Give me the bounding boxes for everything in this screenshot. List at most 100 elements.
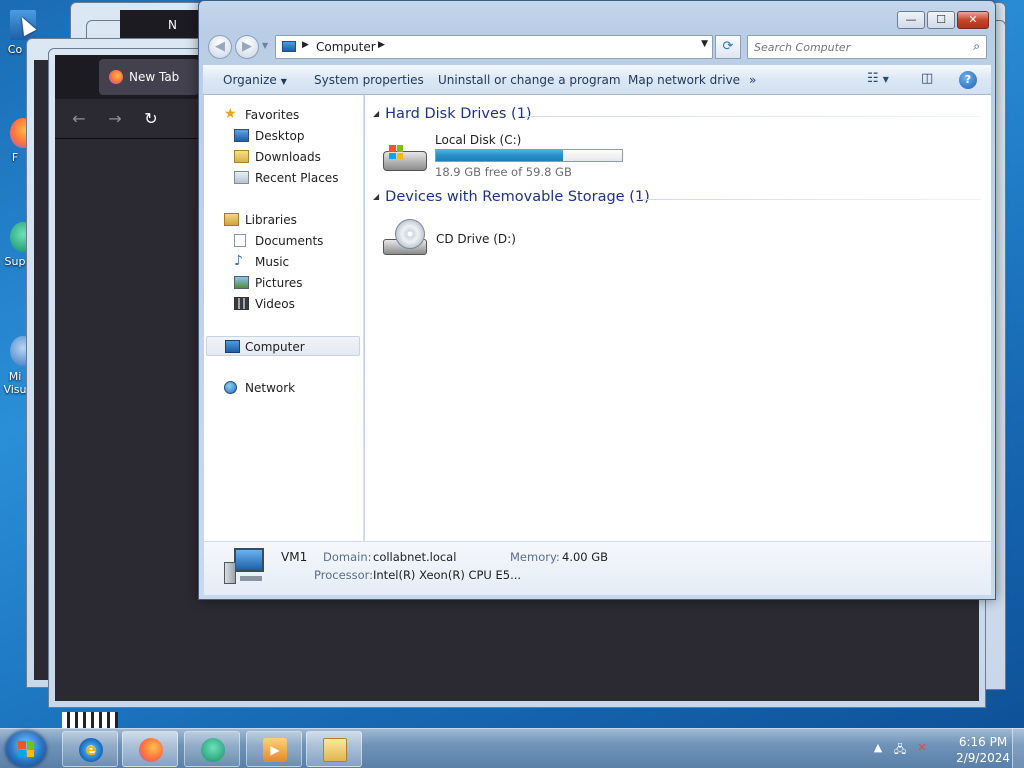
nav-label: Desktop: [255, 129, 305, 143]
collapse-triangle-icon[interactable]: ◢: [373, 109, 379, 118]
nav-libraries[interactable]: Libraries: [204, 210, 362, 230]
memory-label: Memory:: [510, 550, 560, 564]
show-hidden-icons-icon[interactable]: ▲: [870, 741, 886, 757]
close-button[interactable]: ✕: [957, 11, 989, 29]
details-pane: VM1 Domain: collabnet.local Memory: 4.00…: [204, 541, 991, 595]
show-desktop-button[interactable]: [1012, 728, 1024, 768]
processor-value: Intel(R) Xeon(R) CPU E5...: [373, 568, 522, 582]
tab-new-tab[interactable]: New Tab: [99, 59, 199, 95]
drive-name-c[interactable]: Local Disk (C:): [435, 133, 521, 147]
nav-music[interactable]: ♪ Music: [204, 252, 362, 272]
address-bar[interactable]: ▶ Computer ▶ ▼: [275, 35, 713, 59]
network-icon: [224, 381, 237, 394]
taskbar-windows-explorer[interactable]: [306, 731, 362, 767]
domain-label: Domain:: [323, 550, 372, 564]
search-input[interactable]: [754, 39, 962, 55]
navigation-pane: ★ Favorites Desktop Downloads Recent Pla…: [204, 95, 364, 541]
media-player-icon: ▶: [263, 738, 287, 762]
nav-favorites[interactable]: ★ Favorites: [204, 105, 362, 125]
forward-arrow-icon[interactable]: →: [105, 109, 125, 129]
drive-name-d[interactable]: CD Drive (D:): [436, 232, 516, 246]
cd-drive-icon[interactable]: [381, 219, 429, 259]
forward-button[interactable]: ▶: [235, 35, 259, 59]
recent-places-icon: [234, 171, 249, 184]
back-button[interactable]: ◀: [208, 35, 232, 59]
nav-computer[interactable]: Computer: [206, 336, 360, 356]
address-dropdown-icon[interactable]: ▼: [701, 39, 708, 49]
nav-label: Recent Places: [255, 171, 339, 185]
nav-label: Pictures: [255, 276, 303, 290]
command-bar: Organize ▼ System properties Uninstall or…: [203, 65, 991, 95]
volume-muted-icon[interactable]: ✕: [914, 741, 930, 757]
start-button[interactable]: [6, 731, 46, 767]
uninstall-program-button[interactable]: Uninstall or change a program: [438, 73, 621, 87]
nav-label: Documents: [255, 234, 324, 248]
nav-label: Favorites: [245, 108, 300, 122]
windows-logo-icon: [18, 741, 34, 757]
taskbar-media-player[interactable]: ▶: [246, 731, 302, 767]
libraries-icon: [224, 213, 239, 226]
nav-label: Computer: [245, 340, 305, 354]
nav-network[interactable]: Network: [204, 378, 362, 398]
firefox-icon: [109, 70, 123, 84]
search-icon[interactable]: ⌕: [973, 39, 980, 54]
divider: [637, 199, 981, 200]
change-view-icon[interactable]: ☷ ▼: [867, 71, 889, 89]
system-properties-button[interactable]: System properties: [314, 73, 424, 87]
pictures-icon: [234, 276, 249, 289]
organize-button[interactable]: Organize ▼: [223, 73, 287, 87]
nav-label: Libraries: [245, 213, 297, 227]
map-network-drive-button[interactable]: Map network drive: [628, 73, 740, 87]
nav-documents[interactable]: Documents: [204, 231, 362, 251]
domain-value: collabnet.local: [373, 550, 457, 564]
help-icon[interactable]: ?: [959, 71, 977, 89]
breadcrumb-computer[interactable]: Computer: [316, 40, 376, 54]
window-thumbnail-strip: [62, 712, 118, 728]
memory-value: 4.00 GB: [562, 550, 609, 564]
nav-videos[interactable]: Videos: [204, 294, 362, 314]
drive-free-space: 18.9 GB free of 59.8 GB: [435, 165, 572, 179]
collapse-triangle-icon[interactable]: ◢: [373, 192, 379, 201]
nav-pictures[interactable]: Pictures: [204, 273, 362, 293]
reload-icon[interactable]: ↻: [141, 109, 161, 129]
nav-label: Downloads: [255, 150, 321, 164]
chevron-down-icon: ▼: [280, 77, 287, 86]
explorer-window[interactable]: — ☐ ✕ ◀ ▶ ▼ ▶ Computer ▶ ▼ ⟳ ⌕ Organize▼…: [198, 0, 996, 600]
group-header-removable-storage[interactable]: ◢ Devices with Removable Storage (1): [373, 189, 650, 205]
notification-area: ▲ 🖧 ✕ 6:16 PM 2/9/2024: [864, 729, 1024, 768]
nav-downloads[interactable]: Downloads: [204, 147, 362, 167]
tab-label: New Tab: [129, 70, 180, 84]
processor-label: Processor:: [314, 568, 374, 582]
nav-label: Music: [255, 255, 290, 269]
caption-buttons: — ☐ ✕: [895, 11, 989, 29]
refresh-button[interactable]: ⟳: [715, 35, 741, 59]
recent-pages-chevron-icon[interactable]: ▼: [262, 41, 268, 50]
breadcrumb-separator-icon[interactable]: ▶: [302, 40, 309, 50]
more-commands-button[interactable]: »: [749, 73, 756, 87]
taskbar-internet-explorer[interactable]: e: [62, 731, 118, 767]
breadcrumb-separator-icon[interactable]: ▶: [378, 40, 385, 50]
minimize-button[interactable]: —: [897, 11, 925, 29]
search-box[interactable]: ⌕: [747, 35, 987, 59]
nav-desktop[interactable]: Desktop: [204, 126, 362, 146]
nav-label: Videos: [255, 297, 295, 311]
hard-disk-icon[interactable]: [381, 141, 429, 181]
nav-recent-places[interactable]: Recent Places: [204, 168, 362, 188]
taskbar: e ▶ ▲ 🖧 ✕ 6:16 PM 2/9/2024: [0, 728, 1024, 768]
clock[interactable]: 6:16 PM 2/9/2024: [956, 734, 1010, 766]
clock-date: 2/9/2024: [956, 751, 1010, 765]
taskbar-firefox[interactable]: [122, 731, 178, 767]
group-header-hard-disk-drives[interactable]: ◢ Hard Disk Drives (1): [373, 106, 532, 122]
nav-label: Network: [245, 381, 296, 395]
network-tray-icon[interactable]: 🖧: [892, 741, 908, 757]
maximize-button[interactable]: ☐: [927, 11, 955, 29]
taskbar-app[interactable]: [184, 731, 240, 767]
divider: [525, 116, 981, 117]
back-arrow-icon[interactable]: ←: [69, 109, 89, 129]
content-pane: ◢ Hard Disk Drives (1) Local Disk (C:) 18…: [365, 95, 991, 541]
computer-name: VM1: [281, 550, 308, 564]
drive-usage-fill: [436, 150, 564, 161]
preview-pane-icon[interactable]: ◫: [921, 71, 933, 89]
drive-usage-bar: [435, 149, 623, 162]
folder-icon: [323, 738, 347, 762]
